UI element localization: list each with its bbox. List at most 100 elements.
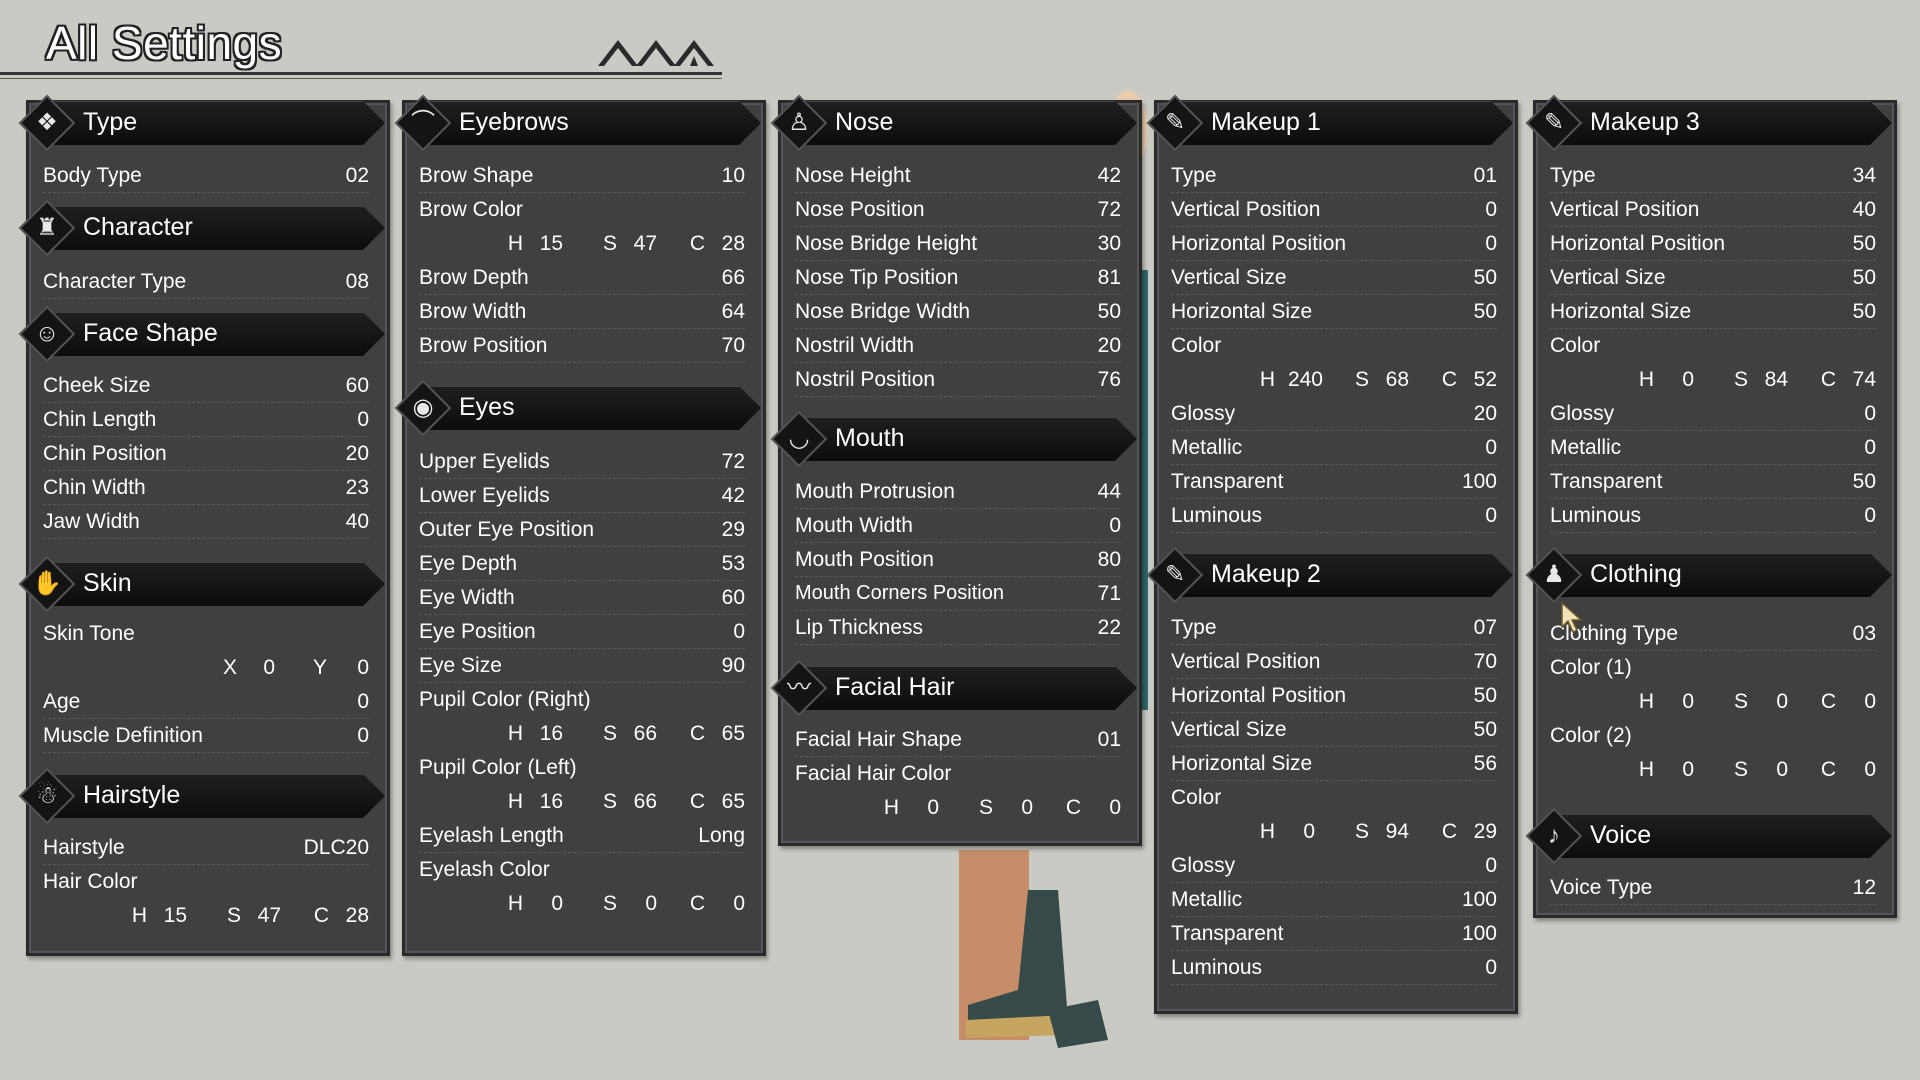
setting-row[interactable]: Transparent 100 [1171,465,1497,499]
setting-row-pupil-left[interactable]: Pupil Color (Left) [419,751,745,785]
setting-row[interactable]: Nose Bridge Width 50 [795,295,1121,329]
setting-row[interactable]: Metallic 0 [1171,431,1497,465]
setting-row[interactable]: Nose Position 72 [795,193,1121,227]
pupil-right-hsc[interactable]: H 16 S 66 C 65 [419,717,745,751]
hair-color-hsc[interactable]: H 15 S 47 C 28 [43,899,369,933]
setting-row[interactable]: Mouth Width 0 [795,509,1121,543]
section-header-skin[interactable]: ✋ Skin [18,555,385,613]
setting-row[interactable]: Eye Size 90 [419,649,745,683]
setting-row[interactable]: Vertical Position 0 [1171,193,1497,227]
section-header-eyebrows[interactable]: ⌒ Eyebrows [394,94,761,152]
setting-row[interactable]: Type 07 [1171,611,1497,645]
setting-row[interactable]: Glossy 0 [1550,397,1876,431]
setting-row[interactable]: Brow Position 70 [419,329,745,363]
setting-row[interactable]: Transparent 50 [1550,465,1876,499]
setting-row[interactable]: Nostril Position 76 [795,363,1121,397]
setting-row-lash-color[interactable]: Eyelash Color [419,853,745,887]
section-header-clothing[interactable]: ♟ Clothing [1525,546,1892,604]
section-header-hairstyle[interactable]: ☃ Hairstyle [18,767,385,825]
setting-row[interactable]: Outer Eye Position 29 [419,513,745,547]
setting-row[interactable]: Muscle Definition 0 [43,719,369,753]
setting-row[interactable]: Nose Tip Position 81 [795,261,1121,295]
setting-row[interactable]: Luminous 0 [1550,499,1876,533]
section-header-facial-hair[interactable]: 〰 Facial Hair [770,659,1137,717]
section-header-mouth[interactable]: ◡ Mouth [770,410,1137,468]
setting-row[interactable]: Eye Depth 53 [419,547,745,581]
section-header-makeup-3[interactable]: ✎ Makeup 3 [1525,94,1892,152]
setting-row-color-1[interactable]: Color (1) [1550,651,1876,685]
setting-row[interactable]: Mouth Position 80 [795,543,1121,577]
setting-row[interactable]: Age 0 [43,685,369,719]
skin-tone-xy[interactable]: X 0 Y 0 [43,651,369,685]
setting-row[interactable]: Eyelash Length Long [419,819,745,853]
setting-row[interactable]: Vertical Position 40 [1550,193,1876,227]
setting-row[interactable]: Glossy 20 [1171,397,1497,431]
setting-row[interactable]: Voice Type 12 [1550,871,1876,905]
setting-row-hair-color[interactable]: Hair Color [43,865,369,899]
setting-row-facial-hair-color[interactable]: Facial Hair Color [795,757,1121,791]
section-header-voice[interactable]: ♪ Voice [1525,807,1892,865]
section-header-makeup-2[interactable]: ✎ Makeup 2 [1146,546,1513,604]
setting-row[interactable]: Luminous 0 [1171,951,1497,985]
setting-row[interactable]: Eye Width 60 [419,581,745,615]
setting-row-color[interactable]: Color [1171,781,1497,815]
makeup-1-color-hsc[interactable]: H 240 S 68 C 52 [1171,363,1497,397]
setting-row[interactable]: Horizontal Position 50 [1550,227,1876,261]
setting-row[interactable]: Chin Position 20 [43,437,369,471]
clothing-color-1-hsc[interactable]: H 0 S 0 C 0 [1550,685,1876,719]
setting-row-body-type[interactable]: Body Type 02 [43,159,369,193]
lash-color-hsc[interactable]: H 0 S 0 C 0 [419,887,745,921]
makeup-2-color-hsc[interactable]: H 0 S 94 C 29 [1171,815,1497,849]
section-header-character[interactable]: ♜ Character [18,199,385,257]
setting-row[interactable]: Metallic 0 [1550,431,1876,465]
setting-row[interactable]: Clothing Type 03 [1550,617,1876,651]
setting-row-color[interactable]: Color [1550,329,1876,363]
setting-row[interactable]: Nostril Width 20 [795,329,1121,363]
setting-row[interactable]: Type 01 [1171,159,1497,193]
setting-row[interactable]: Vertical Size 50 [1171,713,1497,747]
setting-row[interactable]: Brow Shape 10 [419,159,745,193]
setting-row[interactable]: Metallic 100 [1171,883,1497,917]
setting-row-brow-color[interactable]: Brow Color [419,193,745,227]
setting-row-hairstyle[interactable]: Hairstyle DLC20 [43,831,369,865]
setting-row[interactable]: Mouth Protrusion 44 [795,475,1121,509]
setting-row[interactable]: Eye Position 0 [419,615,745,649]
setting-row[interactable]: Lower Eyelids 42 [419,479,745,513]
setting-row[interactable]: Horizontal Size 50 [1550,295,1876,329]
setting-row[interactable]: Nose Bridge Height 30 [795,227,1121,261]
makeup-3-color-hsc[interactable]: H 0 S 84 C 74 [1550,363,1876,397]
clothing-color-2-hsc[interactable]: H 0 S 0 C 0 [1550,753,1876,787]
setting-row[interactable]: Horizontal Size 56 [1171,747,1497,781]
setting-row[interactable]: Lip Thickness 22 [795,611,1121,645]
section-header-face-shape[interactable]: ☺ Face Shape [18,305,385,363]
setting-row[interactable]: Brow Width 64 [419,295,745,329]
section-header-makeup-1[interactable]: ✎ Makeup 1 [1146,94,1513,152]
setting-row[interactable]: Brow Depth 66 [419,261,745,295]
section-header-type[interactable]: ❖ Type [18,94,385,152]
section-header-nose[interactable]: ♙ Nose [770,94,1137,152]
facial-hair-color-hsc[interactable]: H 0 S 0 C 0 [795,791,1121,825]
setting-row[interactable]: Nose Height 42 [795,159,1121,193]
setting-row[interactable]: Horizontal Size 50 [1171,295,1497,329]
setting-row-skin-tone[interactable]: Skin Tone [43,617,369,651]
setting-row[interactable]: Chin Width 23 [43,471,369,505]
setting-row[interactable]: Vertical Size 50 [1171,261,1497,295]
section-header-eyes[interactable]: ◉ Eyes [394,379,761,437]
setting-row-character-type[interactable]: Character Type 08 [43,265,369,299]
setting-row[interactable]: Facial Hair Shape 01 [795,723,1121,757]
setting-row[interactable]: Horizontal Position 0 [1171,227,1497,261]
setting-row[interactable]: Vertical Position 70 [1171,645,1497,679]
setting-row-pupil-right[interactable]: Pupil Color (Right) [419,683,745,717]
setting-row[interactable]: Luminous 0 [1171,499,1497,533]
setting-row[interactable]: Vertical Size 50 [1550,261,1876,295]
setting-row[interactable]: Glossy 0 [1171,849,1497,883]
setting-row[interactable]: Jaw Width 40 [43,505,369,539]
setting-row[interactable]: Mouth Corners Position 71 [795,577,1121,611]
setting-row[interactable]: Type 34 [1550,159,1876,193]
setting-row-color-2[interactable]: Color (2) [1550,719,1876,753]
setting-row-color[interactable]: Color [1171,329,1497,363]
setting-row[interactable]: Transparent 100 [1171,917,1497,951]
brow-color-hsc[interactable]: H 15 S 47 C 28 [419,227,745,261]
pupil-left-hsc[interactable]: H 16 S 66 C 65 [419,785,745,819]
setting-row[interactable]: Cheek Size 60 [43,369,369,403]
